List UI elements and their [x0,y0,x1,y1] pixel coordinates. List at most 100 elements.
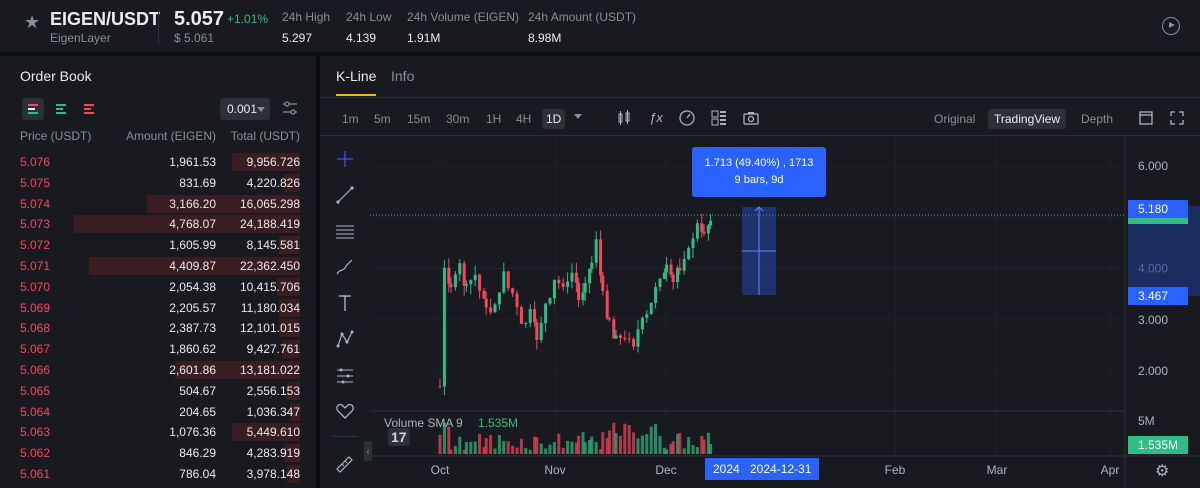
layout-grid-icon[interactable] [709,108,729,128]
ask-row[interactable]: 5.073 4,768.07 24,188.419 [0,214,316,234]
heart-icon[interactable] [334,400,356,422]
volume-bar [557,433,561,454]
ask-price: 5.064 [20,404,51,419]
measure-icon[interactable] [334,364,356,386]
play-icon[interactable] [1162,17,1180,35]
ask-row[interactable]: 5.069 2,205.57 11,180.034 [0,298,316,318]
ask-total: 4,220.826 [246,175,300,190]
ask-row[interactable]: 5.062 846.29 4,283.919 [0,443,316,463]
candle-body [709,220,713,226]
ask-row[interactable]: 5.063 1,076.36 5,449.610 [0,422,316,442]
candle-body [654,287,658,303]
precision-select[interactable]: 0.001 [220,98,270,120]
volume-tick-label: 5M [1138,414,1155,428]
ask-row[interactable]: 5.074 3,166.20 16,065.298 [0,194,316,214]
both-sides-view-icon[interactable] [22,98,44,120]
ruler-icon[interactable] [334,452,356,474]
indicators-fx-icon[interactable]: ƒx [646,108,666,128]
window-icon[interactable] [1136,108,1156,128]
volume-bar [594,442,598,454]
volume-bar [695,447,699,454]
volume-bar [671,441,675,454]
ask-amount: 4,409.87 [169,259,216,273]
timeframe-5m[interactable]: 5m [370,109,395,129]
timeframe-1m[interactable]: 1m [338,109,363,129]
ask-total: 5,449.610 [246,425,300,440]
stat-value-amount: 8.98M [528,31,562,45]
ask-price: 5.075 [20,175,51,190]
ask-price: 5.063 [20,425,51,440]
candle-body [493,304,497,313]
view-depth[interactable]: Depth [1075,109,1119,129]
sliders-icon[interactable] [282,100,298,116]
stat-value-low: 4.139 [346,31,377,45]
ask-row[interactable]: 5.066 2,601.86 13,181.022 [0,360,316,380]
pair-name[interactable]: EIGEN/USDT [50,9,160,30]
candle-body [658,278,662,288]
ask-row[interactable]: 5.071 4,409.87 22,362.450 [0,256,316,276]
column-header-price: Price (USDT) [20,129,92,143]
candle-body [506,271,510,289]
ask-price: 5.074 [20,196,51,211]
horizontal-lines-icon[interactable] [334,220,356,242]
ask-total: 10,415.706 [239,279,300,294]
timeframe-1h[interactable]: 1H [482,109,505,129]
candle-body [447,267,451,284]
trend-line-icon[interactable] [334,184,356,206]
favorite-star-icon[interactable]: ★ [24,12,40,33]
gauge-icon[interactable] [677,108,697,128]
fullscreen-icon[interactable] [1167,108,1187,128]
pattern-icon[interactable] [334,328,356,350]
ask-amount: 2,054.38 [169,279,216,294]
volume-bar [665,449,669,454]
candle-body [581,292,585,300]
ask-row[interactable]: 5.067 1,860.62 9,427.761 [0,339,316,359]
candle-body [687,248,691,260]
view-original[interactable]: Original [928,109,981,129]
camera-icon[interactable] [741,108,761,128]
last-price: 5.057 [174,8,225,30]
candle-body [605,290,609,319]
asks-view-icon[interactable] [78,98,100,120]
price-tag-bottom: 3.467 [1128,287,1188,305]
text-icon[interactable] [334,292,356,314]
tab-info[interactable]: Info [391,68,414,84]
last-price-tag [1128,218,1188,224]
gear-icon[interactable]: ⚙ [1155,461,1169,481]
timeframe-15m[interactable]: 15m [403,109,434,129]
candle-body [632,338,636,347]
candle-body [566,281,570,287]
ask-row[interactable]: 5.075 831.69 4,220.826 [0,173,316,193]
ask-row[interactable]: 5.072 1,605.99 8,145.581 [0,235,316,255]
stat-label-high: 24h High [282,10,331,24]
ask-row[interactable]: 5.065 504.67 2,556.153 [0,381,316,401]
candlestick-icon[interactable] [614,108,634,128]
candle-body [497,292,501,305]
volume-bar [636,438,640,454]
ask-row[interactable]: 5.070 2,054.38 10,415.706 [0,277,316,297]
ask-price: 5.067 [20,342,51,357]
ask-row[interactable]: 5.068 2,387.73 12,101.015 [0,318,316,338]
timeframe-4h[interactable]: 4H [512,109,535,129]
volume-bar [649,426,653,454]
brush-icon[interactable] [334,256,356,278]
timeframe-more-chevron-icon[interactable] [574,114,582,119]
time-tick-label: Nov [544,463,565,477]
ticker-header: ★ EIGEN/USDT EigenLayer 5.057 +1.01% $ 5… [0,0,1200,52]
tab-kline[interactable]: K-Line [336,68,376,84]
volume-bar [627,425,631,454]
ask-row[interactable]: 5.064 204.65 1,036.347 [0,402,316,422]
timeframe-30m[interactable]: 30m [442,109,473,129]
timeframe-1d[interactable]: 1D [542,109,566,129]
crosshair-icon[interactable] [334,148,356,170]
candle-body [640,317,644,330]
bids-view-icon[interactable] [50,98,72,120]
tradingview-logo: 17 [388,428,410,446]
volume-bar [493,448,497,454]
ask-row[interactable]: 5.061 786.04 3,978.148 [0,464,316,484]
view-tradingview[interactable]: TradingView [988,109,1067,129]
volume-bar [682,448,686,454]
stat-label-low: 24h Low [346,10,392,24]
ask-row[interactable]: 5.076 1,961.53 9,956.726 [0,152,316,172]
candle-body [614,335,618,339]
